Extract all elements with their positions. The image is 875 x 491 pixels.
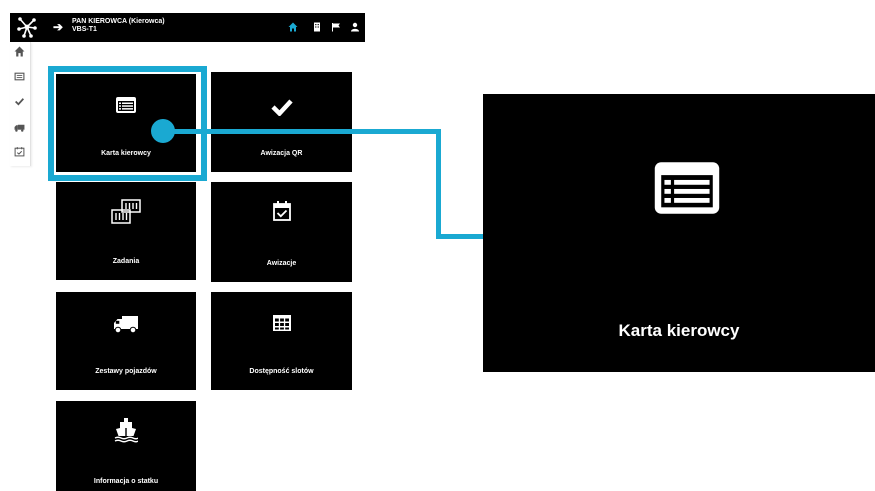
sidebar-truck-icon[interactable] bbox=[14, 122, 25, 133]
sidebar-home-icon[interactable] bbox=[14, 46, 25, 57]
tile-label: Informacja o statku bbox=[93, 478, 159, 485]
user-icon[interactable] bbox=[350, 22, 360, 32]
table-grid-icon bbox=[272, 315, 291, 331]
zoom-callout: Karta kierowcy bbox=[483, 94, 875, 372]
truck-icon bbox=[114, 316, 138, 334]
home-icon[interactable] bbox=[288, 22, 298, 32]
sidebar-check-icon[interactable] bbox=[14, 96, 25, 107]
tile-label: Awizacje bbox=[266, 260, 297, 267]
network-logo-icon[interactable] bbox=[16, 15, 38, 39]
tile-informacja-o-statku[interactable]: Informacja o statku bbox=[56, 401, 196, 491]
top-bar: ➔ PAN KIEROWCA (Kierowca) VBS-T1 bbox=[10, 13, 365, 42]
check-icon bbox=[270, 99, 293, 116]
ship-icon bbox=[114, 418, 138, 443]
tile-awizacje[interactable]: Awizacje bbox=[211, 182, 352, 282]
sidebar-calendar-check-icon[interactable] bbox=[14, 146, 25, 157]
tile-zestawy-pojazdow[interactable]: Zestawy pojazdów bbox=[56, 292, 196, 390]
containers-icon bbox=[111, 199, 141, 224]
highlight-frame bbox=[48, 66, 207, 181]
user-info: PAN KIEROWCA (Kierowca) VBS-T1 bbox=[72, 18, 165, 34]
flag-icon[interactable] bbox=[331, 22, 341, 32]
tile-awizacja-qr[interactable]: Awizacja QR bbox=[211, 72, 352, 172]
connector-line bbox=[164, 129, 441, 134]
arrow-right-icon[interactable]: ➔ bbox=[53, 20, 63, 34]
tile-label: Awizacja QR bbox=[260, 150, 303, 157]
sidebar-card-icon[interactable] bbox=[14, 71, 25, 82]
connector-line bbox=[436, 129, 441, 239]
tile-label: Zadania bbox=[112, 258, 140, 265]
zoom-label: Karta kierowcy bbox=[618, 321, 740, 340]
building-icon[interactable] bbox=[312, 22, 322, 32]
tile-dostepnosc-slotow[interactable]: Dostępność slotów bbox=[211, 292, 352, 390]
calendar-check-icon bbox=[272, 201, 291, 221]
tile-label: Dostępność slotów bbox=[249, 368, 314, 375]
connector-dot bbox=[151, 119, 175, 143]
tile-zadania[interactable]: Zadania bbox=[56, 182, 196, 280]
tile-label: Zestawy pojazdów bbox=[95, 368, 157, 375]
unit-code: VBS-T1 bbox=[72, 26, 97, 33]
sidebar bbox=[10, 42, 31, 166]
id-card-icon bbox=[654, 162, 720, 214]
user-name: PAN KIEROWCA (Kierowca) bbox=[72, 18, 165, 25]
